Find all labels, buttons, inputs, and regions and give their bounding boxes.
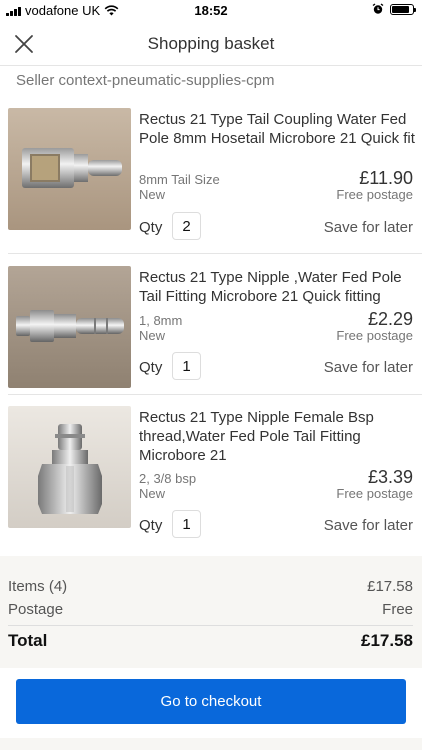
item-title[interactable]: Rectus 21 Type Nipple Female Bsp thread,… — [139, 408, 417, 465]
summary-items-row: Items (4) £17.58 — [8, 578, 413, 595]
item-variant: 8mm Tail Size — [139, 172, 220, 187]
summary-postage-value: Free — [382, 601, 413, 618]
battery-fill — [392, 5, 409, 13]
battery-icon — [390, 3, 416, 15]
product-image[interactable] — [8, 108, 131, 230]
product-image[interactable] — [8, 406, 131, 528]
item-price: £11.90 — [359, 168, 413, 188]
order-summary: Items (4) £17.58 Postage Free Total £17.… — [0, 556, 422, 668]
qty-selector[interactable]: 2 — [172, 212, 201, 240]
item-divider — [8, 253, 422, 254]
item-variant: 1, 8mm — [139, 313, 183, 328]
header: Shopping basket — [0, 22, 422, 66]
checkout-button[interactable]: Go to checkout — [16, 679, 406, 724]
item-title[interactable]: Rectus 21 Type Nipple ,Water Fed Pole Ta… — [139, 268, 417, 306]
item-postage: Free postage — [336, 486, 413, 501]
qty-label: Qty — [139, 517, 163, 534]
summary-total-row: Total £17.58 — [8, 631, 413, 651]
item-postage: Free postage — [336, 187, 413, 202]
item-price: £3.39 — [367, 467, 413, 487]
qty-label: Qty — [139, 359, 163, 376]
bottom-strip — [0, 738, 422, 750]
status-bar: vodafone UK 18:52 — [0, 0, 422, 22]
item-condition: New — [139, 187, 166, 202]
item-title[interactable]: Rectus 21 Type Tail Coupling Water Fed P… — [139, 110, 417, 148]
item-condition: New — [139, 486, 166, 501]
status-time: 18:52 — [194, 3, 228, 18]
summary-postage-label: Postage — [8, 601, 64, 618]
save-for-later-link[interactable]: Save for later — [324, 359, 413, 376]
item-price: £2.29 — [367, 309, 413, 329]
save-for-later-link[interactable]: Save for later — [324, 517, 413, 534]
seller-label[interactable]: Seller context-pneumatic-supplies-cpm — [16, 72, 274, 89]
item-variant: 2, 3/8 bsp — [139, 471, 197, 486]
summary-items-value: £17.58 — [367, 578, 413, 595]
summary-items-label: Items (4) — [8, 578, 68, 595]
item-postage: Free postage — [336, 328, 413, 343]
qty-selector[interactable]: 1 — [172, 510, 201, 538]
summary-total-label: Total — [8, 631, 48, 650]
page-title: Shopping basket — [147, 34, 275, 53]
save-for-later-link[interactable]: Save for later — [324, 219, 413, 236]
summary-postage-row: Postage Free — [8, 601, 413, 618]
status-right — [372, 3, 416, 15]
alarm-clock-icon — [372, 3, 384, 14]
qty-selector[interactable]: 1 — [172, 352, 201, 380]
summary-divider — [8, 625, 413, 626]
product-image[interactable] — [8, 266, 131, 388]
qty-label: Qty — [139, 219, 163, 236]
summary-total-value: £17.58 — [361, 631, 413, 650]
item-divider — [8, 394, 422, 395]
item-condition: New — [139, 328, 166, 343]
